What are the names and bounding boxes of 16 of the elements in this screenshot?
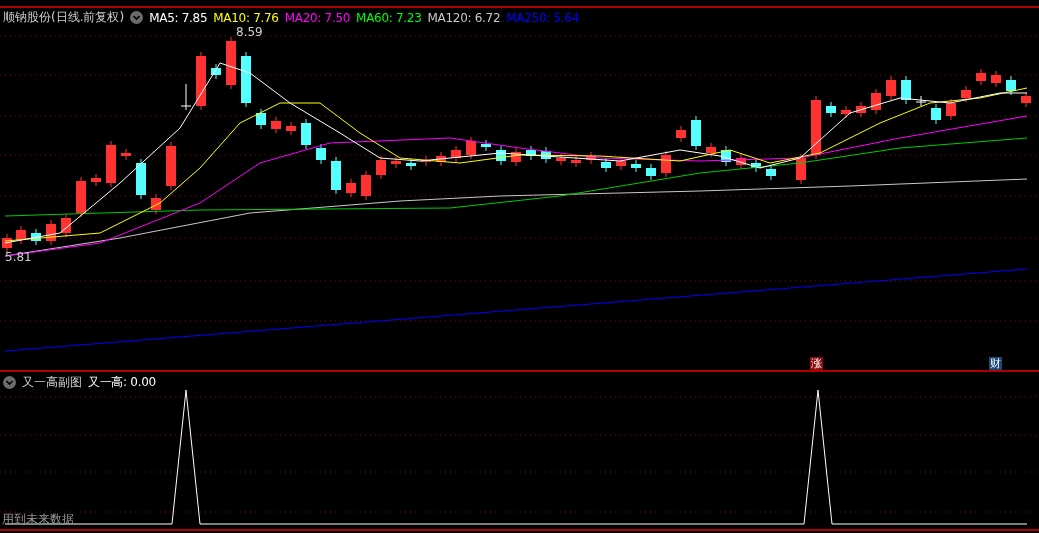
moving-average-value: MA120: 6.72 bbox=[427, 10, 501, 25]
chevron-down-icon[interactable] bbox=[130, 11, 144, 24]
warning-note: 用到未来数据 bbox=[2, 511, 74, 528]
moving-average-value: MA10: 7.76 bbox=[213, 10, 279, 25]
moving-average-value: MA5: 7.85 bbox=[149, 10, 208, 25]
indicator-value: 又一高: 0.00 bbox=[88, 374, 156, 391]
event-marker[interactable]: 财 bbox=[989, 357, 1002, 370]
moving-average-value: MA20: 7.50 bbox=[284, 10, 351, 25]
high-price-label: 8.59 bbox=[236, 25, 263, 39]
low-price-label: 5.81 bbox=[5, 250, 32, 264]
moving-average-value: MA250: 5.64 bbox=[506, 10, 580, 25]
chart-title: 又一高副图 bbox=[22, 374, 82, 391]
chevron-down-icon[interactable] bbox=[3, 376, 16, 389]
moving-average-value: MA60: 7.23 bbox=[356, 10, 422, 25]
chart-title: 顺钠股份(日线.前复权) bbox=[3, 9, 125, 26]
event-marker[interactable]: 涨 bbox=[810, 357, 823, 370]
